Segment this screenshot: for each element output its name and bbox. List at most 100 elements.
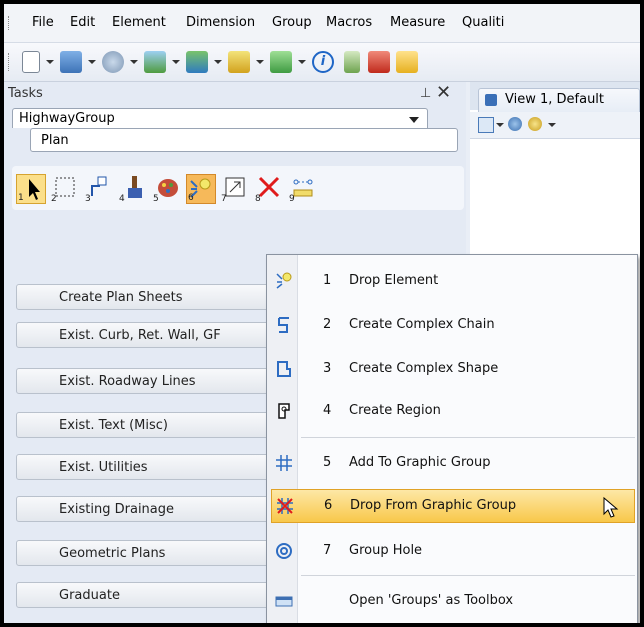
menu-file[interactable]: File xyxy=(32,15,54,30)
menu-item-label: Create Complex Chain xyxy=(349,317,495,332)
complex-shape-icon xyxy=(277,361,291,377)
close-icon[interactable]: ✕ xyxy=(436,82,451,103)
menu-item-label: Drop Element xyxy=(349,273,439,288)
view-toolbar xyxy=(470,112,640,139)
delete-icon[interactable]: 8 xyxy=(254,174,284,204)
drop-element-icon[interactable]: 6 xyxy=(186,174,216,204)
palette-icon[interactable]: 5 xyxy=(152,174,182,204)
task-group-value: HighwayGroup xyxy=(19,111,115,126)
settings-dropdown-icon[interactable] xyxy=(298,60,306,64)
menu-item-label: Create Region xyxy=(349,403,441,418)
plan-tools-row: 1 2 3 4 5 6 7 8 9 xyxy=(12,166,464,210)
select-icon[interactable] xyxy=(344,51,360,73)
menubar-grip[interactable] xyxy=(8,16,11,30)
menu-group[interactable]: Group xyxy=(272,15,312,30)
menu-item-number: 6 xyxy=(324,498,333,513)
menu-quality[interactable]: Qualiti xyxy=(462,15,504,30)
select-arrow-icon[interactable]: 1 xyxy=(16,174,46,204)
complex-chain-icon xyxy=(278,317,289,333)
view-lighting-icon[interactable] xyxy=(528,117,542,131)
tool-number-4: 4 xyxy=(119,194,125,204)
view-tab[interactable]: View 1, Default xyxy=(478,88,640,112)
tool-number-8: 8 xyxy=(255,194,261,204)
menu-macros[interactable]: Macros xyxy=(326,15,372,30)
view-tab-strip: View 1, Default xyxy=(470,82,640,112)
models-dropdown-icon[interactable] xyxy=(88,60,96,64)
menu-item-label: Open 'Groups' as Toolbox xyxy=(349,593,514,608)
drop-group-icon xyxy=(277,498,293,514)
app-window: File Edit Element Dimension Group Macros… xyxy=(4,4,640,623)
new-file-dropdown-icon[interactable] xyxy=(46,60,54,64)
menu-item-group-hole[interactable]: 7 Group Hole xyxy=(267,535,637,569)
menu-item-create-complex-chain[interactable]: 2 Create Complex Chain xyxy=(267,309,637,343)
menu-bar: File Edit Element Dimension Group Macros… xyxy=(4,4,640,43)
level-icon[interactable] xyxy=(102,51,124,73)
drop-element-icon xyxy=(276,272,292,289)
layers-dropdown-icon[interactable] xyxy=(256,60,264,64)
scale-icon[interactable]: 7 xyxy=(220,174,250,204)
view-attributes-icon[interactable] xyxy=(144,51,166,73)
view-window-icon[interactable] xyxy=(478,117,494,133)
menu-measure[interactable]: Measure xyxy=(390,15,445,30)
tool-number-5: 5 xyxy=(153,194,159,204)
menu-item-number: 5 xyxy=(323,455,332,470)
menu-item-label: Drop From Graphic Group xyxy=(350,498,517,513)
menu-item-open-groups-toolbox[interactable]: Open 'Groups' as Toolbox xyxy=(267,585,637,619)
plan-tab[interactable]: Plan xyxy=(30,128,458,152)
menu-item-drop-from-graphic-group[interactable]: 6 Drop From Graphic Group xyxy=(271,489,635,523)
folder-icon[interactable] xyxy=(396,51,418,73)
reference-icon[interactable] xyxy=(186,51,208,73)
menu-item-number: 4 xyxy=(323,403,332,418)
group-hole-icon xyxy=(276,543,292,559)
tool-number-7: 7 xyxy=(221,194,227,204)
selection-box-icon[interactable]: 2 xyxy=(50,174,80,204)
view-tab-label: View 1, Default xyxy=(505,92,605,107)
view-display-icon[interactable] xyxy=(508,117,522,131)
menu-item-number: 7 xyxy=(323,543,332,558)
tool-number-3: 3 xyxy=(85,194,91,204)
toolbox-icon xyxy=(275,596,293,607)
menu-separator xyxy=(301,437,635,438)
tool-number-2: 2 xyxy=(51,194,57,204)
plan-label: Plan xyxy=(41,133,69,148)
mouse-cursor-icon xyxy=(603,496,619,518)
layers-icon[interactable] xyxy=(228,51,250,73)
view-window-dropdown-icon[interactable] xyxy=(496,123,504,127)
models-icon[interactable] xyxy=(60,51,82,73)
tool-number-9: 9 xyxy=(289,194,295,204)
add-group-icon xyxy=(276,455,292,471)
menu-item-label: Add To Graphic Group xyxy=(349,455,491,470)
pin-icon[interactable]: ⊥ xyxy=(420,86,431,101)
tool-number-6: 6 xyxy=(188,193,194,203)
menu-item-number: 1 xyxy=(323,273,332,288)
info-icon[interactable]: i xyxy=(312,51,334,73)
task-group-combo[interactable]: HighwayGroup xyxy=(12,108,428,128)
view-attributes-dropdown-icon[interactable] xyxy=(172,60,180,64)
measure-icon[interactable]: 9 xyxy=(288,174,318,204)
reference-dropdown-icon[interactable] xyxy=(214,60,222,64)
menu-edit[interactable]: Edit xyxy=(70,15,95,30)
menu-item-label: Group Hole xyxy=(349,543,423,558)
menu-item-number: 2 xyxy=(323,317,332,332)
menu-item-create-region[interactable]: 4 Create Region xyxy=(267,395,637,429)
menu-item-drop-element[interactable]: 1 Drop Element xyxy=(267,265,637,299)
view-lighting-dropdown-icon[interactable] xyxy=(548,123,556,127)
brush-icon[interactable]: 4 xyxy=(118,174,148,204)
menu-element[interactable]: Element xyxy=(112,15,166,30)
menu-dimension[interactable]: Dimension xyxy=(186,15,255,30)
chevron-down-icon[interactable] xyxy=(409,117,419,123)
menu-item-create-complex-shape[interactable]: 3 Create Complex Shape xyxy=(267,353,637,387)
menu-item-label: Create Complex Shape xyxy=(349,361,499,376)
groups-context-menu: 1 Drop Element 2 Create Complex Chain 3 … xyxy=(266,254,638,623)
edit-icon[interactable] xyxy=(368,51,390,73)
level-dropdown-icon[interactable] xyxy=(130,60,138,64)
tool-number-1: 1 xyxy=(18,193,24,203)
toolbar-grip[interactable] xyxy=(8,53,11,71)
region-icon xyxy=(278,403,290,419)
move-icon[interactable]: 3 xyxy=(84,174,114,204)
settings-icon[interactable] xyxy=(270,51,292,73)
menu-item-add-to-graphic-group[interactable]: 5 Add To Graphic Group xyxy=(267,447,637,481)
new-file-icon[interactable] xyxy=(22,51,40,73)
menu-separator xyxy=(301,575,635,576)
tasks-title: Tasks xyxy=(8,86,43,101)
